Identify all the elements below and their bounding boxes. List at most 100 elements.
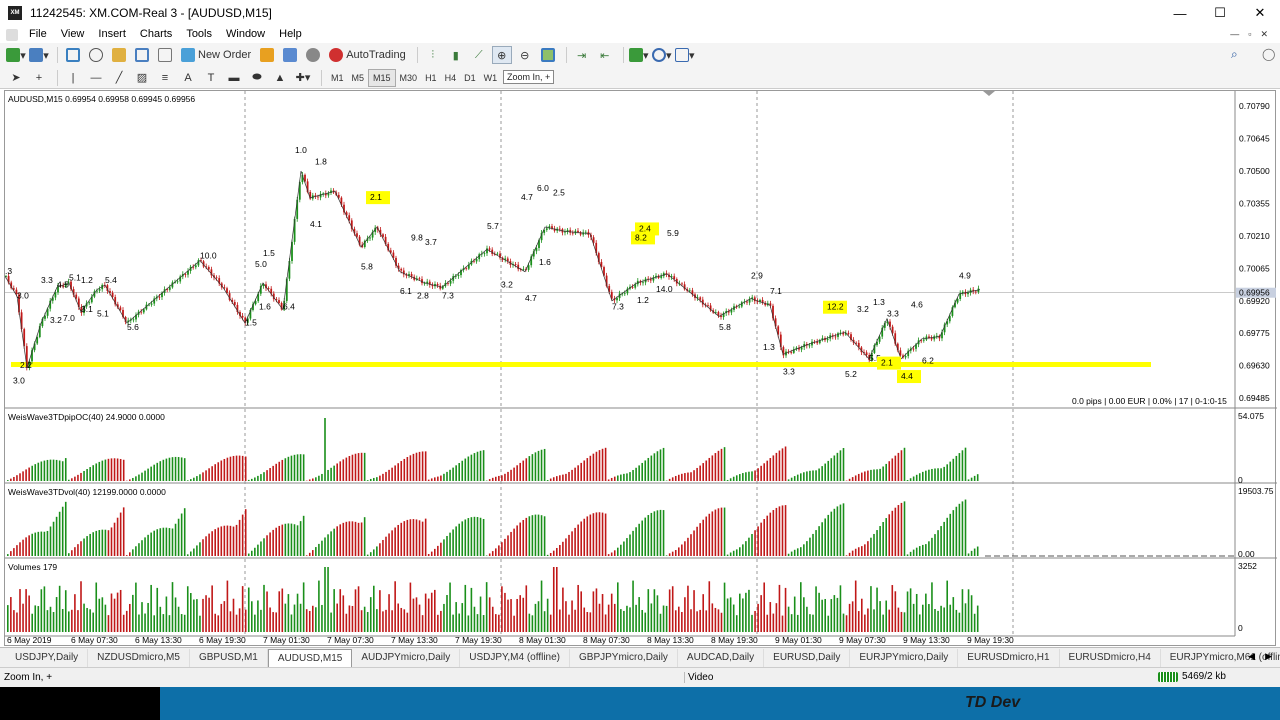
- maximize-button[interactable]: ☐: [1200, 0, 1240, 26]
- chart-shift-button[interactable]: ⇤: [595, 46, 615, 64]
- histogram-bar: [31, 613, 33, 632]
- tile-windows-button[interactable]: [538, 46, 558, 64]
- tab-scroll-right-icon[interactable]: ▶: [1265, 651, 1272, 662]
- crosshair-button[interactable]: +: [29, 69, 49, 87]
- candle-body: [483, 253, 486, 255]
- tab-chart-0[interactable]: USDJPY,Daily: [6, 648, 89, 667]
- tf-w1[interactable]: W1: [480, 69, 502, 87]
- histogram-bar: [796, 548, 799, 556]
- profiles-button[interactable]: ▾: [29, 46, 49, 64]
- price-tick-7: 0.69775: [1239, 328, 1270, 338]
- candle-body: [465, 268, 468, 270]
- zoom-in-button[interactable]: ⊕: [491, 46, 512, 64]
- data-window-button[interactable]: [86, 46, 106, 64]
- tab-chart-5[interactable]: USDJPY,M4 (offline): [460, 648, 571, 667]
- histogram-bar: [922, 544, 924, 556]
- ellipse-button[interactable]: ⬬: [247, 69, 267, 87]
- histogram-bar: [491, 551, 494, 556]
- vertical-line-button[interactable]: |: [63, 69, 83, 87]
- indicator-2-max: 19503.75: [1238, 486, 1274, 496]
- candlestick-button[interactable]: ▮: [446, 46, 466, 64]
- menu-charts[interactable]: Charts: [133, 26, 179, 43]
- tab-chart-3[interactable]: AUDUSD,M15: [267, 648, 353, 667]
- histogram-bar: [257, 600, 259, 632]
- chart-canvas[interactable]: 0.70790 0.70645 0.70500 0.70355 0.70210 0.700…: [5, 91, 1277, 647]
- vps-button[interactable]: [303, 46, 323, 64]
- histogram-bar: [263, 584, 265, 632]
- menu-view[interactable]: View: [54, 26, 92, 43]
- tf-m1[interactable]: M1: [327, 69, 348, 87]
- minimize-button[interactable]: —: [1160, 0, 1200, 26]
- terminal-button[interactable]: [132, 46, 152, 64]
- triangle-button[interactable]: ▲: [270, 69, 290, 87]
- search-icon[interactable]: ⌕: [1231, 47, 1238, 62]
- new-chart-button[interactable]: ▾: [6, 46, 26, 64]
- histogram-bar: [190, 479, 192, 481]
- tab-chart-6[interactable]: GBPJPYmicro,Daily: [570, 648, 678, 667]
- market-watch-button[interactable]: [63, 46, 83, 64]
- autotrading-button[interactable]: AutoTrading: [326, 46, 409, 64]
- horizontal-line-button[interactable]: —: [86, 69, 106, 87]
- tab-chart-1[interactable]: NZDUSDmicro,M5: [88, 648, 190, 667]
- menu-tools[interactable]: Tools: [179, 26, 219, 43]
- zoom-out-button[interactable]: ⊖: [515, 46, 535, 64]
- tf-h1[interactable]: H1: [421, 69, 441, 87]
- menu-help[interactable]: Help: [272, 26, 309, 43]
- tab-chart-8[interactable]: EURUSD,Daily: [764, 648, 851, 667]
- histogram-bar: [851, 477, 854, 481]
- histogram-bar: [571, 469, 573, 481]
- tab-chart-7[interactable]: AUDCAD,Daily: [678, 648, 765, 667]
- tf-m15[interactable]: M15: [368, 68, 396, 87]
- histogram-bar: [83, 470, 85, 481]
- new-order-button[interactable]: New Order: [178, 46, 254, 64]
- periods-button[interactable]: ▾: [651, 46, 672, 64]
- autotrading-icon: [329, 48, 344, 62]
- tab-scroll-left-icon[interactable]: ◀: [1248, 651, 1255, 662]
- market-button[interactable]: [257, 46, 277, 64]
- wave-label: 14.0: [656, 284, 673, 294]
- chat-icon[interactable]: ◯: [1262, 47, 1275, 61]
- tester-button[interactable]: [155, 46, 175, 64]
- autoscroll-button[interactable]: ⇥: [572, 46, 592, 64]
- status-traffic: 5469/2 kb: [1182, 671, 1226, 682]
- fibonacci-button[interactable]: ≡: [155, 69, 175, 87]
- tf-d1[interactable]: D1: [460, 69, 480, 87]
- menu-insert[interactable]: Insert: [91, 26, 133, 43]
- histogram-bar: [659, 449, 662, 481]
- menu-window[interactable]: Window: [219, 26, 272, 43]
- close-button[interactable]: ✕: [1240, 0, 1280, 26]
- mdi-minimize-icon[interactable]: —: [1230, 26, 1239, 43]
- navigator-button[interactable]: [109, 46, 129, 64]
- channel-button[interactable]: ▨: [132, 69, 152, 87]
- trendline-button[interactable]: ╱: [109, 69, 129, 87]
- chart-menu-icon[interactable]: [6, 28, 18, 41]
- tab-chart-2[interactable]: GBPUSD,M1: [190, 648, 268, 667]
- text-button[interactable]: A: [178, 69, 198, 87]
- tf-m30[interactable]: M30: [396, 69, 422, 87]
- tab-chart-11[interactable]: EURUSDmicro,H4: [1060, 648, 1161, 667]
- candle-body: [168, 287, 171, 290]
- rectangle-button[interactable]: ▬: [224, 69, 244, 87]
- tab-chart-10[interactable]: EURUSDmicro,H1: [958, 648, 1060, 667]
- histogram-bar: [37, 606, 40, 632]
- tab-chart-4[interactable]: AUDJPYmicro,Daily: [352, 648, 461, 667]
- cursor-button[interactable]: ➤: [6, 69, 26, 87]
- status-connection[interactable]: 5469/2 kb: [1158, 671, 1226, 682]
- menu-file[interactable]: File: [22, 26, 54, 43]
- mdi-restore-icon[interactable]: ▫: [1248, 26, 1251, 43]
- mdi-close-icon[interactable]: ✕: [1260, 26, 1268, 43]
- histogram-bar: [498, 475, 500, 481]
- tf-h4[interactable]: H4: [441, 69, 461, 87]
- line-chart-button[interactable]: ⟋: [469, 46, 489, 64]
- chart-window[interactable]: 0.70790 0.70645 0.70500 0.70355 0.70210 0.700…: [4, 90, 1277, 647]
- indicators-button[interactable]: ▾: [628, 46, 649, 64]
- tab-chart-9[interactable]: EURJPYmicro,Daily: [850, 648, 959, 667]
- tf-m5[interactable]: M5: [348, 69, 369, 87]
- arrows-button[interactable]: ✚▾: [293, 69, 313, 87]
- histogram-bar: [897, 505, 900, 556]
- signals-button[interactable]: [280, 46, 300, 64]
- bar-chart-button[interactable]: ⫶: [423, 46, 443, 64]
- histogram-bar: [687, 585, 689, 632]
- templates-button[interactable]: ▾: [674, 46, 695, 64]
- text-label-button[interactable]: T: [201, 69, 221, 87]
